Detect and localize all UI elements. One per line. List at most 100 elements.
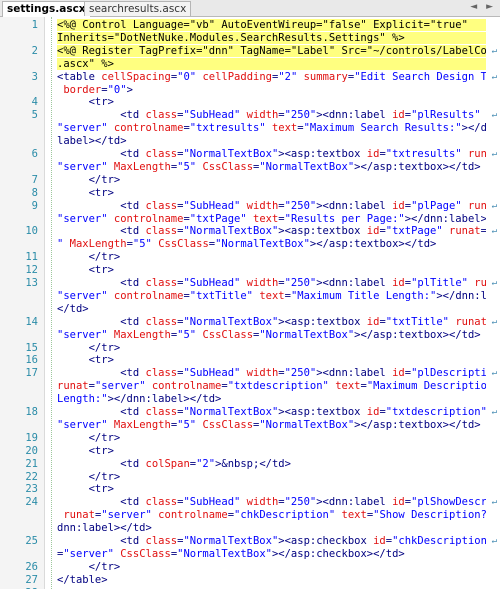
code-line[interactable]: 5 <td class="SubHead" width="250"><dnn:l…: [0, 109, 500, 121]
code-token: class: [145, 199, 178, 212]
code-token: cellPadding: [202, 70, 272, 83]
code-line[interactable]: ="server" CssClass="NormalTextBox"></asp…: [0, 548, 500, 560]
code-token: "chkDescription": [234, 509, 342, 522]
code-token: "txtdescription": [385, 406, 486, 418]
code-token: text: [341, 509, 367, 522]
code-line[interactable]: Length:"></dnn:label></td>: [0, 393, 500, 405]
code-token: width: [246, 367, 279, 380]
code-line[interactable]: 20 <tr>: [0, 445, 500, 457]
code-line[interactable]: 1 <%@ Control Language="vb" AutoEventWire…: [0, 19, 500, 31]
line-number: 26: [25, 560, 38, 573]
tab-settings-ascx[interactable]: settings.ascx: [2, 1, 91, 17]
tab-searchresults-ascx[interactable]: searchresults.ascx: [84, 1, 192, 16]
code-token: "server": [57, 212, 114, 225]
code-line[interactable]: 3 <table cellSpacing="0" cellPadding="2" …: [0, 71, 500, 83]
code-line[interactable]: 7 </tr>: [0, 174, 500, 186]
code-token: .ascx" %>: [57, 57, 114, 70]
code-editor[interactable]: 1 <%@ Control Language="vb" AutoEventWire…: [0, 17, 500, 589]
line-number: 20: [25, 444, 38, 457]
code-token: id: [373, 535, 386, 547]
code-line[interactable]: "server" MaxLength="5" CssClass="NormalT…: [0, 419, 500, 431]
code-line[interactable]: 15 </tr>: [0, 342, 500, 354]
code-text: "server" controlname="txtPage" text="Res…: [57, 213, 486, 225]
code-line[interactable]: label></td>: [0, 135, 500, 147]
code-line[interactable]: 25 <td class="NormalTextBox"><asp:checkb…: [0, 535, 500, 547]
code-line[interactable]: 16 <tr>: [0, 354, 500, 366]
code-token: ></dnn:label>: [436, 289, 486, 302]
code-text: <td class="SubHead" width="250"><dnn:lab…: [57, 496, 486, 508]
code-token: "NormalTextBox": [259, 328, 355, 341]
code-text: <tr>: [57, 445, 486, 457]
code-token: <td: [57, 367, 146, 380]
code-token: controlname: [151, 380, 222, 393]
code-line[interactable]: " MaxLength="5" CssClass="NormalTextBox"…: [0, 238, 500, 250]
code-line[interactable]: 26 </tr>: [0, 561, 500, 573]
word-wrap-icon: ↵: [491, 200, 497, 211]
code-token: <tr>: [57, 264, 114, 277]
line-number: 17: [25, 367, 38, 380]
code-token: <td: [57, 535, 146, 547]
code-line[interactable]: 6 <td class="NormalTextBox"><asp:textbox…: [0, 148, 500, 160]
code-line[interactable]: </td>: [0, 303, 500, 315]
code-line[interactable]: dnn:label></td>: [0, 522, 500, 534]
code-token: runat: [455, 315, 486, 328]
code-line[interactable]: border="0">: [0, 84, 500, 96]
code-line[interactable]: 19 </tr>: [0, 432, 500, 444]
code-line[interactable]: 27 </table>: [0, 574, 500, 586]
code-line[interactable]: "server" MaxLength="5" CssClass="NormalT…: [0, 161, 500, 173]
line-number: 24: [25, 496, 38, 509]
code-line[interactable]: 18 <td class="NormalTextBox"><asp:textbo…: [0, 406, 500, 418]
code-line[interactable]: 9 <td class="SubHead" width="250"><dnn:l…: [0, 200, 500, 212]
code-token: ></asp:textbox></td>: [354, 160, 481, 173]
code-line[interactable]: .ascx" %>: [0, 57, 500, 70]
code-line[interactable]: 11 </tr>: [0, 251, 500, 263]
tab-scroll-arrows[interactable]: ◄ ►: [470, 2, 496, 12]
code-token: text: [335, 380, 361, 393]
code-line[interactable]: 4 <tr>: [0, 96, 500, 108]
code-token: "NormalTextBox": [177, 547, 272, 560]
code-token: <tr>: [57, 483, 114, 496]
code-token: "250": [284, 199, 317, 212]
code-token: <td: [57, 109, 146, 122]
code-token: <tr>: [57, 444, 114, 457]
code-token: cellSpacing: [101, 70, 171, 83]
code-token: ><asp:checkbox: [278, 535, 374, 547]
code-text: "server" controlname="txtresults" text="…: [57, 122, 486, 134]
code-token: label></td>: [57, 135, 127, 148]
code-line[interactable]: runat="server" controlname="txtdescripti…: [0, 380, 500, 392]
code-line[interactable]: "server" controlname="txtresults" text="…: [0, 122, 500, 134]
code-text: "server" MaxLength="5" CssClass="NormalT…: [57, 329, 486, 341]
code-line[interactable]: 17 <td class="SubHead" width="250"><dnn:…: [0, 367, 500, 379]
code-line[interactable]: "server" MaxLength="5" CssClass="NormalT…: [0, 329, 500, 341]
code-text: <td class="NormalTextBox"><asp:textbox i…: [57, 406, 486, 418]
code-line[interactable]: 2 <%@ Register TagPrefix="dnn" TagName="L…: [0, 44, 500, 57]
code-token: "SubHead": [183, 199, 247, 212]
code-token: class: [145, 148, 178, 160]
code-line[interactable]: runat="server" controlname="chkDescripti…: [0, 509, 500, 521]
code-line[interactable]: 23 <tr>: [0, 483, 500, 495]
code-token: id: [366, 406, 380, 418]
code-line[interactable]: 14 <td class="NormalTextBox"><asp:textbo…: [0, 316, 500, 328]
code-line[interactable]: 24 <td class="SubHead" width="250"><dnn:…: [0, 496, 500, 508]
code-line[interactable]: 22 </tr>: [0, 471, 500, 483]
code-text: </tr>: [57, 251, 486, 263]
code-line[interactable]: 10 <td class = "NormalTextBox"><asp:textbo…: [0, 225, 500, 237]
code-token: "NormalTextBox": [183, 148, 279, 160]
code-line[interactable]: 12 <tr>: [0, 264, 500, 276]
code-line[interactable]: 21 <td colSpan="2">&nbsp;</td>: [0, 458, 500, 470]
code-text: Length:"></dnn:label></td>: [57, 393, 486, 405]
line-number: 8: [31, 186, 38, 199]
code-token: </tr>: [57, 470, 121, 483]
code-line[interactable]: "server" controlname="txtTitle" text="Ma…: [0, 290, 500, 302]
code-line[interactable]: Inherits="DotNetNuke.Modules.SearchResul…: [0, 31, 500, 44]
code-line[interactable]: "server" controlname="txtPage" text="Res…: [0, 213, 500, 225]
code-token: id: [366, 315, 380, 328]
code-text: label></td>: [57, 135, 486, 147]
code-token: runat: [467, 199, 486, 212]
code-token: id: [392, 199, 405, 212]
line-number: 23: [25, 483, 38, 496]
code-line[interactable]: 13 <td class="SubHead" width="250"><dnn:…: [0, 277, 500, 289]
code-line[interactable]: 8 <tr>: [0, 187, 500, 199]
word-wrap-icon: ↵: [491, 149, 497, 159]
code-token: CssClass: [202, 160, 254, 173]
